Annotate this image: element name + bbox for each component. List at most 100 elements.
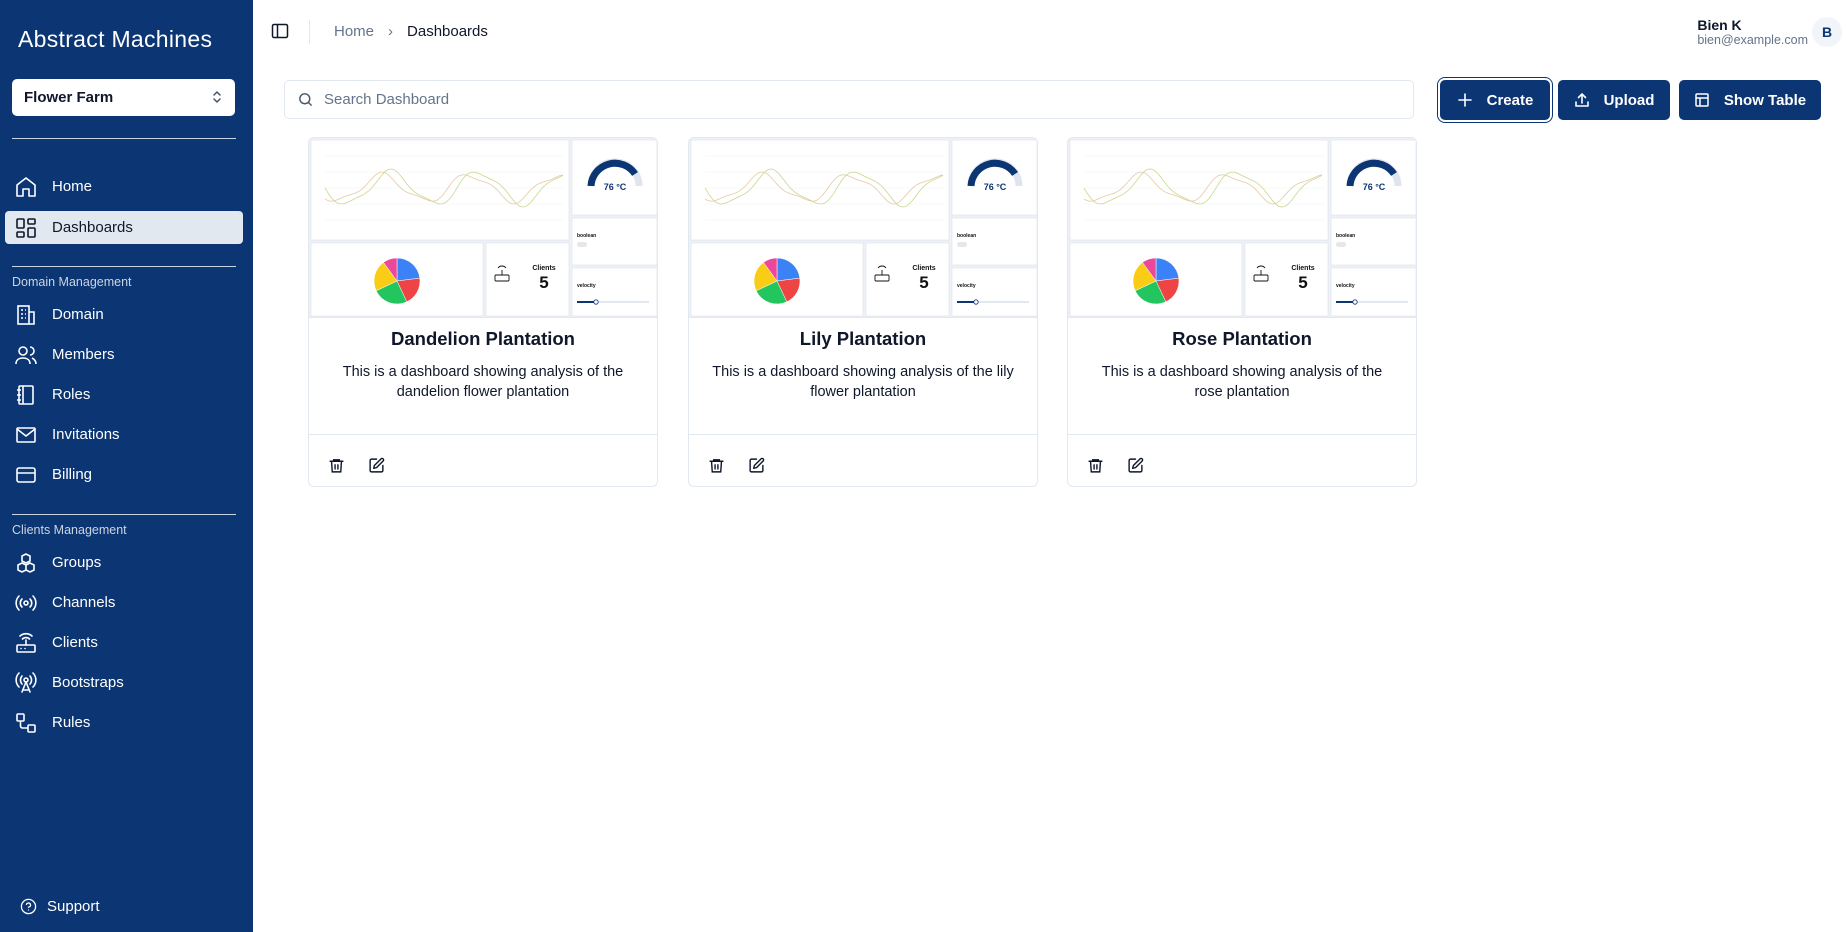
slider-thumb (593, 299, 599, 305)
sidebar-item-domain[interactable]: Domain (5, 298, 243, 331)
trash-icon (708, 458, 724, 473)
sidebar-item-label: Members (52, 346, 115, 363)
delete-button[interactable] (323, 452, 349, 478)
user-email: bien@example.com (1697, 33, 1808, 47)
toggle-switch (577, 242, 587, 247)
delete-button[interactable] (703, 452, 729, 478)
chevron-right-icon: › (388, 23, 394, 40)
book-icon (13, 382, 39, 408)
boolean-label: boolean (577, 233, 596, 239)
widget-panel (1330, 267, 1416, 317)
sidebar-item-billing[interactable]: Billing (5, 458, 243, 491)
boolean-label: boolean (1336, 233, 1355, 239)
velocity-label: velocity (577, 283, 596, 289)
sidebar-item-clients[interactable]: Clients (5, 626, 243, 659)
sidebar-item-home[interactable]: Home (5, 170, 243, 203)
support-link[interactable]: Support (20, 898, 100, 915)
plus-icon (1457, 93, 1472, 107)
sidebar-item-dashboards[interactable]: Dashboards (5, 211, 243, 244)
create-button[interactable]: Create (1440, 80, 1550, 120)
app-logo: Abstract Machines (18, 26, 213, 52)
clients-label: Clients (1291, 265, 1314, 272)
velocity-label: velocity (1336, 283, 1355, 289)
building-icon (13, 302, 39, 328)
boxes-icon (13, 550, 39, 576)
section-label-clients: Clients Management (12, 523, 127, 537)
thumbnail-widgets: 76 °C boolean velocity Clients5 (310, 139, 657, 317)
slider-thumb (973, 299, 979, 305)
sidebar-item-label: Billing (52, 466, 93, 483)
widget-panel (951, 139, 1037, 216)
sidebar-item-roles[interactable]: Roles (5, 378, 243, 411)
sidebar-item-groups[interactable]: Groups (5, 546, 243, 579)
edit-icon (1127, 457, 1143, 473)
sidebar-item-label: Roles (52, 386, 91, 403)
table-icon (1695, 93, 1709, 107)
dashboard-thumbnail: 76 °C boolean velocity Clients 5 (309, 138, 657, 318)
dashboard-card[interactable]: 76 °C boolean velocity Clients 5 Lily Planta… (688, 137, 1038, 487)
breadcrumb-home[interactable]: Home (334, 23, 374, 40)
toggle-switch (957, 242, 967, 247)
sidebar-item-label: Domain (52, 306, 104, 323)
boolean-label: boolean (957, 233, 976, 239)
clients-value: 5 (539, 273, 548, 292)
search-icon (299, 93, 312, 106)
gauge-value: 76 °C (984, 182, 1007, 192)
antenna-icon (13, 670, 39, 696)
sidebar-toggle-icon[interactable] (271, 22, 289, 40)
card-title: Dandelion Plantation (391, 328, 575, 349)
header-divider (309, 20, 310, 44)
thumbnail-widgets: 76 °C boolean velocity Clients5 (690, 139, 1037, 317)
show-table-button[interactable]: Show Table (1679, 80, 1821, 120)
sidebar-item-label: Invitations (52, 426, 120, 443)
home-icon (13, 174, 39, 200)
sidebar-item-rules[interactable]: Rules (5, 706, 243, 739)
breadcrumb-current: Dashboards (407, 23, 488, 40)
widget-panel (571, 139, 657, 216)
card-divider (309, 434, 657, 435)
card-description: This is a dashboard showing analysis of … (342, 364, 624, 400)
sidebar-item-channels[interactable]: Channels (5, 586, 243, 619)
users-icon (13, 342, 39, 368)
sidebar-item-label: Rules (52, 714, 91, 731)
widget-panel (571, 217, 657, 266)
sidebar-item-label: Bootstraps (52, 674, 124, 691)
widget-panel (951, 267, 1037, 317)
sidebar-item-label: Channels (52, 594, 116, 611)
create-label: Create (1486, 91, 1534, 109)
clients-label: Clients (532, 265, 555, 272)
edit-button[interactable] (743, 452, 769, 478)
avatar[interactable]: B (1812, 17, 1842, 47)
credit-card-icon (13, 462, 39, 488)
sidebar-divider (12, 138, 236, 139)
card-title: Lily Plantation (799, 328, 927, 349)
widget-panel (571, 267, 657, 317)
edit-button[interactable] (363, 452, 389, 478)
delete-button[interactable] (1082, 452, 1108, 478)
radio-icon (13, 590, 39, 616)
user-info[interactable]: Bien K bien@example.com (1697, 17, 1808, 47)
upload-icon (1574, 93, 1589, 107)
dashboard-card[interactable]: 76 °C boolean velocity Clients 5 Dandelion P… (308, 137, 658, 487)
sidebar-item-invitations[interactable]: Invitations (5, 418, 243, 451)
upload-button[interactable]: Upload (1558, 80, 1670, 120)
sidebar: Abstract Machines Flower Farm Home Dashb… (0, 0, 253, 932)
sidebar-item-label: Groups (52, 554, 102, 571)
dashboard-card[interactable]: 76 °C boolean velocity Clients 5 Rose Planta… (1067, 137, 1417, 487)
router-icon (13, 630, 39, 656)
upload-label: Upload (1603, 91, 1655, 109)
show-table-label: Show Table (1723, 91, 1807, 109)
widget-panel (951, 217, 1037, 266)
chevrons-up-down-icon (213, 91, 221, 103)
sidebar-item-bootstraps[interactable]: Bootstraps (5, 666, 243, 699)
clients-value: 5 (1298, 273, 1307, 292)
domain-selector[interactable]: Flower Farm (12, 79, 235, 116)
search-input[interactable] (324, 91, 1413, 108)
gauge-value: 76 °C (1363, 182, 1386, 192)
sidebar-item-members[interactable]: Members (5, 338, 243, 371)
domain-selector-value: Flower Farm (24, 89, 114, 106)
edit-button[interactable] (1122, 452, 1148, 478)
sidebar-divider (12, 266, 236, 267)
edit-icon (748, 457, 764, 473)
dashboard-thumbnail: 76 °C boolean velocity Clients 5 (689, 138, 1037, 318)
